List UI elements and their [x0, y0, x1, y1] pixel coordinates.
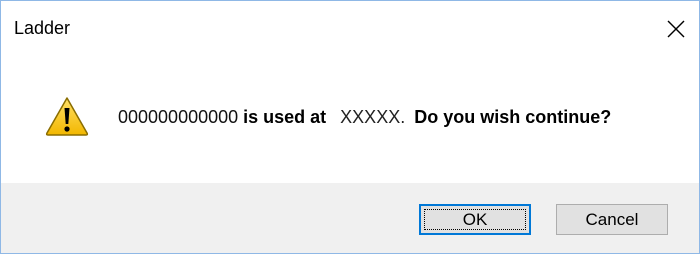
ladder-dialog: Ladder 000000000000 is used at XXXXX. Do… [0, 0, 700, 254]
message-location: XXXXX. [340, 107, 406, 127]
ok-button[interactable]: OK [419, 204, 531, 235]
message-used-at: is used at [238, 107, 327, 127]
close-button[interactable] [653, 9, 699, 49]
warning-icon [45, 97, 89, 136]
close-icon [667, 20, 685, 38]
cancel-button[interactable]: Cancel [556, 204, 668, 235]
button-bar: OK Cancel [1, 183, 699, 253]
message-text: 000000000000 is used at XXXXX. Do you wi… [118, 107, 611, 128]
message-question: Do you wish continue? [409, 107, 611, 128]
message-question-text: Do you wish continue? [414, 107, 612, 127]
cancel-button-label: Cancel [585, 209, 639, 229]
title-bar[interactable]: Ladder [1, 1, 699, 57]
window-title: Ladder [14, 18, 71, 38]
message-area: 000000000000 is used at XXXXX. Do you wi… [1, 57, 699, 183]
message-code: 000000000000 [118, 107, 239, 127]
focus-ring [424, 209, 526, 230]
